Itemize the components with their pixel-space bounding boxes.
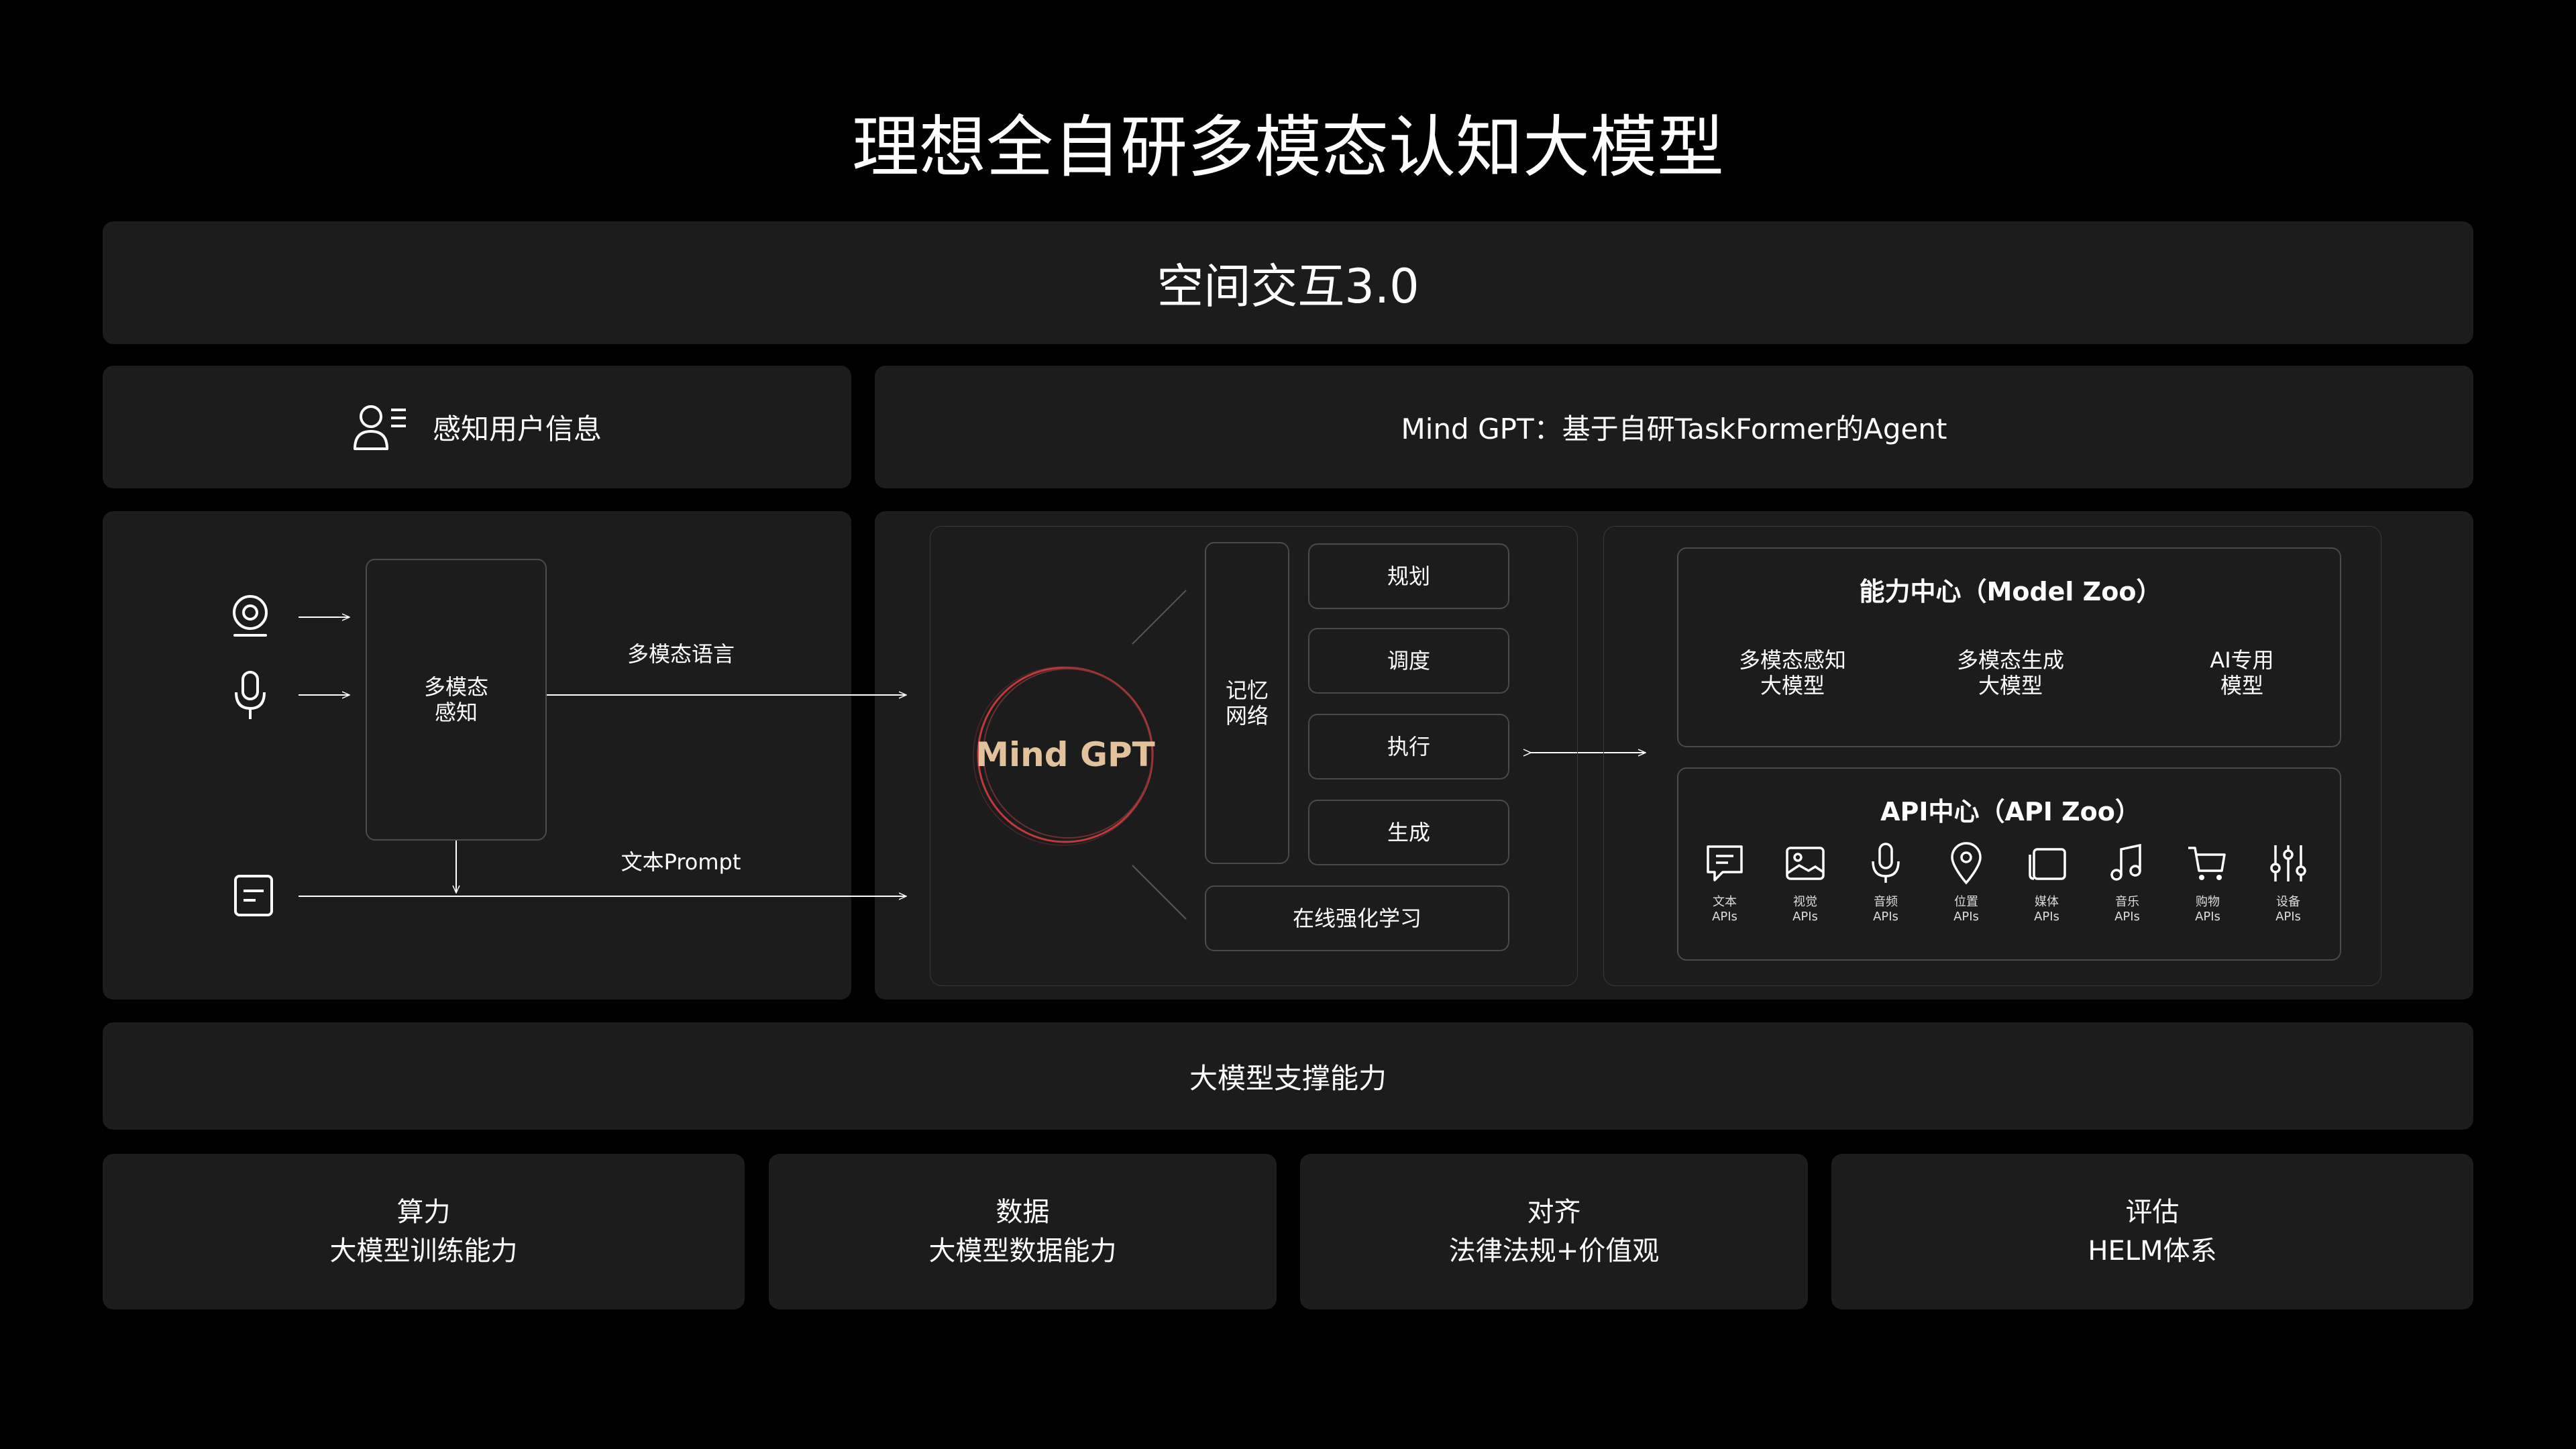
api-item-media: 媒体 APIs (2010, 841, 2084, 924)
step-planning: 规划 (1308, 543, 1509, 609)
step-generation-label: 生成 (1387, 819, 1430, 845)
api-item-text: 文本 APIs (1688, 841, 1762, 924)
api-label-vision: 视觉 APIs (1792, 895, 1818, 924)
model-zoo-box: 能力中心（Model Zoo） 多模态感知 大模型 多模态生成 大模型 AI专用… (1677, 547, 2341, 747)
model-zoo-item-generation: 多模态生成 大模型 (1956, 647, 2064, 698)
online-rl-label: 在线强化学习 (1292, 905, 1421, 931)
model-zoo-item-ai-specialized: AI专用 模型 (2210, 647, 2274, 698)
api-label-music: 音乐 APIs (2114, 895, 2140, 924)
api-label-shopping: 购物 APIs (2195, 895, 2220, 924)
location-pin-icon (1951, 842, 1982, 885)
camera-icon (233, 595, 268, 637)
mind-gpt-core-label: Mind GPT (975, 735, 1155, 774)
api-label-device: 设备 APIs (2275, 895, 2301, 924)
api-label-audio: 音频 APIs (1873, 895, 1898, 924)
api-label-media: 媒体 APIs (2034, 895, 2059, 924)
support-card-data: 数据 大模型数据能力 (769, 1154, 1277, 1309)
support-card-compute-desc: 大模型训练能力 (329, 1236, 518, 1267)
music-note-icon (2110, 843, 2141, 881)
step-scheduling: 调度 (1308, 628, 1509, 694)
step-scheduling-label: 调度 (1387, 647, 1430, 674)
api-item-vision: 视觉 APIs (1768, 841, 1842, 924)
model-zoo-item-perception: 多模态感知 大模型 (1738, 647, 1846, 698)
api-item-music: 音乐 APIs (2090, 841, 2164, 924)
api-item-shopping: 购物 APIs (2171, 841, 2245, 924)
chat-icon (1707, 845, 1743, 881)
online-rl-box: 在线强化学习 (1205, 885, 1509, 951)
text-prompt-label: 文本Prompt (621, 849, 741, 875)
support-card-evaluation-desc: HELM体系 (2088, 1236, 2217, 1267)
support-card-alignment: 对齐 法律法规+价值观 (1300, 1154, 1808, 1309)
memory-network-label: 记忆 网络 (1225, 677, 1269, 729)
api-label-text: 文本 APIs (1712, 895, 1737, 924)
api-zoo-box: API中心（API Zoo） 文本 APIs 视觉 APIs 音频 APIs 位… (1677, 767, 2341, 961)
support-card-data-desc: 大模型数据能力 (928, 1236, 1117, 1267)
model-zoo-title: 能力中心（Model Zoo） (1859, 576, 2162, 606)
support-card-data-title: 数据 (996, 1197, 1050, 1228)
step-execution-label: 执行 (1387, 733, 1430, 759)
api-item-audio: 音频 APIs (1849, 841, 1923, 924)
support-header: 大模型支撑能力 (103, 1022, 2473, 1130)
text-document-icon (234, 875, 273, 916)
support-card-evaluation-title: 评估 (2125, 1197, 2180, 1228)
sliders-icon (2270, 845, 2306, 881)
support-header-label: 大模型支撑能力 (1189, 1061, 1387, 1095)
api-item-device: 设备 APIs (2251, 841, 2325, 924)
api-item-location: 位置 APIs (1929, 841, 2003, 924)
multimodal-perception-box: 多模态 感知 (366, 559, 547, 841)
step-planning-label: 规划 (1387, 563, 1430, 589)
support-card-compute: 算力 大模型训练能力 (103, 1154, 745, 1309)
support-card-alignment-title: 对齐 (1527, 1197, 1581, 1228)
multimodal-perception-label: 多模态 感知 (423, 674, 488, 725)
shopping-cart-icon (2188, 847, 2226, 880)
step-execution: 执行 (1308, 714, 1509, 780)
support-card-evaluation: 评估 HELM体系 (1831, 1154, 2473, 1309)
media-icon (2029, 848, 2066, 880)
microphone-icon (235, 671, 266, 719)
memory-network-box: 记忆 网络 (1205, 542, 1289, 864)
multimodal-language-label: 多模态语言 (627, 641, 735, 667)
step-generation: 生成 (1308, 800, 1509, 865)
api-zoo-title: API中心（API Zoo） (1880, 796, 2141, 826)
microphone-icon (1872, 843, 1900, 883)
support-card-compute-title: 算力 (396, 1197, 451, 1228)
api-label-location: 位置 APIs (1953, 895, 1979, 924)
support-card-alignment-desc: 法律法规+价值观 (1448, 1236, 1660, 1267)
image-icon (1786, 847, 1825, 880)
